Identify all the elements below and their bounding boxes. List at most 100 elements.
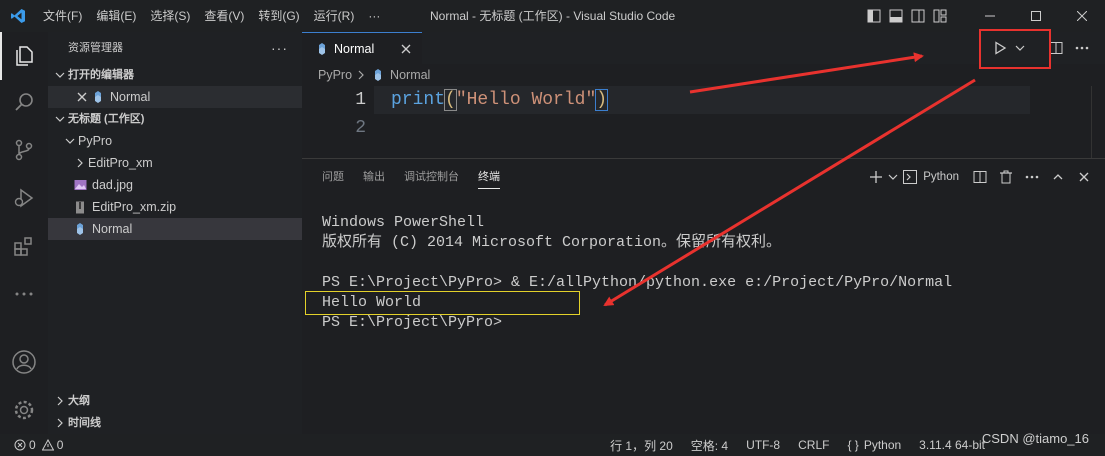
new-terminal-icon[interactable] (867, 159, 885, 195)
open-editors-section[interactable]: 打开的编辑器 (48, 64, 302, 86)
terminal-line: PS E:\Project\PyPro> & E:/allPython/pyth… (322, 274, 953, 291)
folder-label: PyPro (78, 134, 113, 148)
timeline-section[interactable]: 时间线 (48, 412, 302, 434)
workspace-label: 无标题 (工作区) (68, 113, 145, 125)
terminal-name: Python (923, 171, 959, 183)
menu-go[interactable]: 转到(G) (251, 0, 306, 32)
code-string: "Hello World" (455, 90, 597, 110)
search-icon[interactable] (0, 78, 48, 126)
python-file-icon (314, 41, 330, 57)
code-paren-close: ) (595, 89, 609, 111)
python-interpreter[interactable]: 3.11.4 64-bit (919, 438, 985, 452)
python-file-icon (72, 221, 88, 237)
close-editor-icon[interactable] (74, 89, 90, 105)
chevron-right-icon (52, 415, 68, 431)
menu-file[interactable]: 文件(F) (36, 0, 89, 32)
problems-status[interactable]: 0 0 (14, 438, 63, 452)
menu-more[interactable]: ··· (361, 0, 387, 32)
explorer-icon[interactable] (0, 32, 48, 80)
editor-more-icon[interactable] (1069, 32, 1095, 64)
output-highlight-box (305, 291, 580, 315)
minimize-button[interactable] (967, 0, 1013, 32)
tab-label: Normal (334, 41, 375, 56)
open-editor-item[interactable]: Normal (48, 86, 302, 108)
line-number: 1 (355, 90, 366, 110)
chevron-down-icon (52, 111, 68, 127)
run-debug-icon[interactable] (0, 174, 48, 222)
tree-item-normal[interactable]: Normal (48, 218, 302, 240)
accounts-icon[interactable] (0, 338, 48, 386)
python-file-icon (90, 89, 106, 105)
outline-label: 大纲 (68, 395, 90, 407)
cursor-position[interactable]: 行 1，列 20 (610, 437, 673, 454)
split-terminal-icon[interactable] (967, 159, 993, 195)
menu-run[interactable]: 运行(R) (307, 0, 362, 32)
terminal-line-prompt: PS E:\Project\PyPro> (322, 314, 503, 331)
folder-pypro[interactable]: PyPro (48, 130, 302, 152)
terminal-output[interactable]: Windows PowerShell 版权所有 (C) 2014 Microso… (322, 213, 952, 333)
braces-icon: { } (847, 438, 859, 452)
tab-debug-console[interactable]: 调试控制台 (404, 159, 459, 195)
activity-bar (0, 32, 48, 434)
tree-item-zip[interactable]: EditPro_xm.zip (48, 196, 302, 218)
warning-count: 0 (56, 438, 64, 452)
customize-layout-icon[interactable] (929, 0, 951, 32)
explorer-header: 资源管理器 ··· (48, 32, 302, 64)
code-line[interactable]: print("Hello World") (391, 86, 609, 114)
terminal-line: Windows PowerShell (322, 214, 485, 231)
tab-terminal[interactable]: 终端 (478, 165, 500, 189)
toggle-primary-sidebar-icon[interactable] (863, 0, 885, 32)
explorer-more-button[interactable]: ··· (271, 32, 288, 64)
open-editor-label: Normal (110, 90, 151, 104)
extensions-icon[interactable] (0, 222, 48, 270)
editor-scrollbar[interactable] (1091, 86, 1105, 158)
error-icon (14, 439, 26, 451)
menu-view[interactable]: 查看(V) (197, 0, 251, 32)
error-count: 0 (29, 438, 36, 452)
run-button-highlight-box (979, 29, 1051, 69)
encoding[interactable]: UTF-8 (746, 438, 780, 452)
code-editor[interactable]: 1 print("Hello World") 2 (302, 86, 1105, 158)
title-bar: 文件(F) 编辑(E) 选择(S) 查看(V) 转到(G) 运行(R) ··· … (0, 0, 1105, 32)
source-control-icon[interactable] (0, 126, 48, 174)
maximize-button[interactable] (1013, 0, 1059, 32)
image-file-icon (72, 177, 88, 193)
outline-section[interactable]: 大纲 (48, 390, 302, 412)
tree-item-editpro-folder[interactable]: EditPro_xm (48, 152, 302, 174)
close-window-button[interactable] (1059, 0, 1105, 32)
chevron-right-icon (356, 70, 366, 80)
tree-item-label: EditPro_xm.zip (92, 200, 177, 214)
breadcrumb-folder[interactable]: PyPro (318, 68, 352, 82)
terminal-line: 版权所有 (C) 2014 Microsoft Corporation。保留所有… (322, 234, 782, 251)
toggle-panel-icon[interactable] (885, 0, 907, 32)
terminal-instance[interactable]: Python (903, 170, 959, 184)
chevron-right-icon (72, 155, 88, 171)
open-editors-label: 打开的编辑器 (68, 69, 134, 81)
tab-normal[interactable]: Normal (302, 32, 422, 64)
tab-problems[interactable]: 问题 (322, 159, 344, 195)
breadcrumb-file[interactable]: Normal (390, 68, 430, 82)
menu-edit[interactable]: 编辑(E) (89, 0, 143, 32)
explorer-title: 资源管理器 (68, 42, 123, 54)
end-of-line[interactable]: CRLF (798, 438, 829, 452)
more-views-icon[interactable] (0, 270, 48, 318)
tab-output[interactable]: 输出 (363, 159, 385, 195)
watermark: CSDN @tiamo_16 (981, 431, 1089, 446)
panel-more-icon[interactable] (1019, 159, 1045, 195)
terminal-dropdown-chevron-icon[interactable] (885, 159, 901, 195)
kill-terminal-trash-icon[interactable] (993, 159, 1019, 195)
chevron-right-icon (52, 393, 68, 409)
tree-item-dad-jpg[interactable]: dad.jpg (48, 174, 302, 196)
settings-gear-icon[interactable] (0, 386, 48, 434)
maximize-panel-chevron-up-icon[interactable] (1045, 159, 1071, 195)
tree-item-label: dad.jpg (92, 178, 134, 192)
language-mode[interactable]: { } Python (847, 438, 901, 452)
workspace-section[interactable]: 无标题 (工作区) (48, 108, 302, 130)
close-tab-icon[interactable] (398, 41, 414, 57)
menu-selection[interactable]: 选择(S) (143, 0, 197, 32)
code-function: print (391, 90, 446, 110)
toggle-secondary-sidebar-icon[interactable] (907, 0, 929, 32)
indentation[interactable]: 空格: 4 (691, 437, 728, 454)
close-panel-icon[interactable] (1071, 159, 1097, 195)
